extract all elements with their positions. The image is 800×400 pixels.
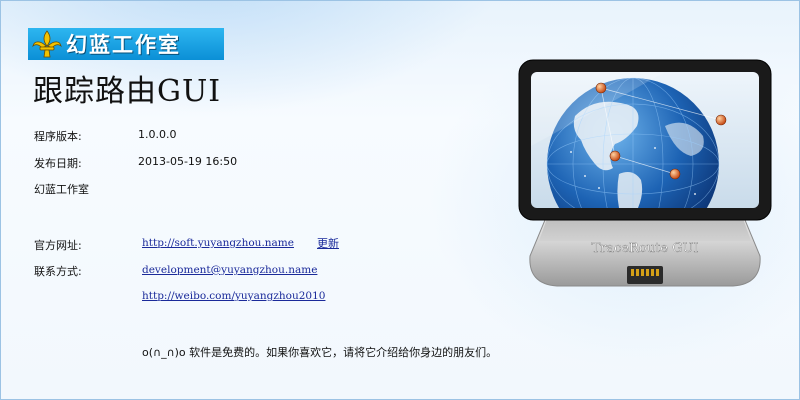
website-link[interactable]: http://soft.yuyangzhou.name bbox=[142, 237, 294, 249]
release-date-value: 2013-05-19 16:50 bbox=[138, 155, 238, 168]
page-title: 跟踪路由GUI bbox=[33, 74, 222, 109]
website-label: 官方网址: bbox=[34, 239, 82, 252]
version-value: 1.0.0.0 bbox=[138, 128, 177, 141]
studio-logo: 幻蓝工作室 bbox=[28, 28, 224, 60]
fleur-de-lis-icon bbox=[28, 28, 66, 60]
release-date-label: 发布日期: bbox=[34, 157, 82, 170]
weibo-link[interactable]: http://weibo.com/yuyangzhou2010 bbox=[142, 290, 325, 302]
globe-router-icon: TraceRoute GUI bbox=[515, 56, 775, 296]
email-link[interactable]: development@yuyangzhou.name bbox=[142, 264, 317, 276]
version-label: 程序版本: bbox=[34, 130, 82, 143]
free-software-note: o(∩_∩)o 软件是免费的。如果你喜欢它，请将它介绍给你身边的朋友们。 bbox=[142, 346, 498, 359]
logo-text: 幻蓝工作室 bbox=[66, 33, 181, 57]
studio-name: 幻蓝工作室 bbox=[34, 183, 89, 196]
update-link[interactable]: 更新 bbox=[317, 235, 339, 251]
contact-label: 联系方式: bbox=[34, 265, 82, 278]
device-label: TraceRoute GUI bbox=[591, 241, 698, 256]
